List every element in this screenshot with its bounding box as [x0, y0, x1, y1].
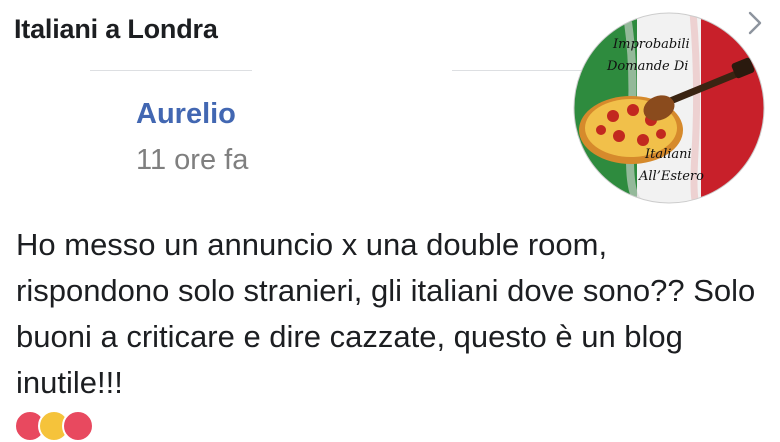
angry-reaction-icon: [62, 410, 94, 442]
badge-text: Italiani: [644, 147, 692, 162]
divider: [90, 70, 252, 71]
post-author-name[interactable]: Aurelio: [136, 98, 236, 131]
post-body: Ho messo un annuncio x una double room, …: [16, 227, 756, 400]
group-name[interactable]: Italiani a Londra: [14, 14, 218, 45]
post-timestamp[interactable]: 11 ore fa: [136, 144, 248, 177]
badge-text: All’Estero: [638, 169, 704, 184]
badge-text: Improbabili: [612, 37, 690, 52]
page-logo-badge: Improbabili Domande Di Italiani All’Este…: [573, 12, 765, 204]
badge-text: Domande Di: [606, 59, 688, 74]
